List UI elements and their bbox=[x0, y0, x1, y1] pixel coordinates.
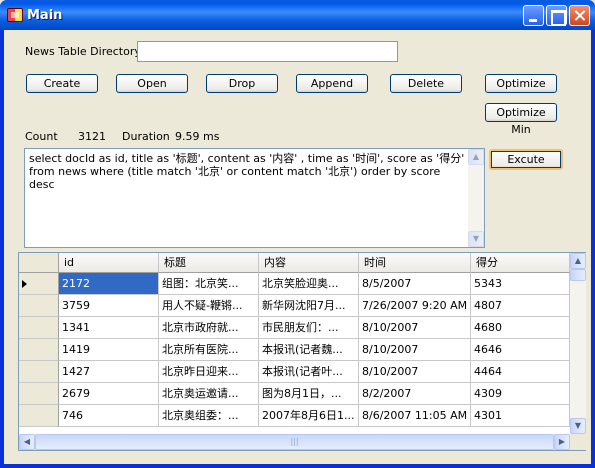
delete-button[interactable]: Delete bbox=[390, 74, 462, 93]
cell-title[interactable]: 北京奥运邀请... bbox=[159, 383, 259, 405]
cell-content[interactable]: 2007年8月6日1... bbox=[259, 405, 359, 427]
create-button[interactable]: Create bbox=[26, 74, 98, 93]
grid-horizontal-scrollbar[interactable]: ◀ ||| ▶ bbox=[19, 434, 570, 450]
append-button[interactable]: Append bbox=[296, 74, 368, 93]
scroll-down-icon[interactable]: ▼ bbox=[468, 231, 484, 247]
directory-label: News Table Directory bbox=[25, 45, 141, 58]
column-header-score[interactable]: 得分 bbox=[471, 253, 570, 273]
cell-content[interactable]: 本报讯(记者叶... bbox=[259, 361, 359, 383]
table-row[interactable]: 3759 用人不疑-鞭锵... 新华网沈阳7月... 7/26/2007 9:20 A… bbox=[19, 295, 570, 317]
grid-hscroll-thumb[interactable]: ||| bbox=[35, 434, 554, 450]
table-row[interactable]: 2679 北京奥运邀请... 图为8月1日，... 8/2/2007 4309 bbox=[19, 383, 570, 405]
row-header[interactable] bbox=[19, 383, 59, 405]
minimize-button[interactable] bbox=[523, 5, 544, 26]
duration-label: Duration bbox=[122, 130, 170, 143]
grid-content: id 标题 内容 时间 得分 2172 组图：北京笑... 北京笑脸迎奥... 8/5… bbox=[19, 253, 570, 434]
maximize-button[interactable] bbox=[546, 5, 567, 26]
count-value: 3121 bbox=[78, 130, 106, 143]
row-header[interactable] bbox=[19, 317, 59, 339]
duration-value: 9.59 ms bbox=[175, 130, 220, 143]
cell-time[interactable]: 8/10/2007 bbox=[359, 339, 471, 361]
row-header[interactable] bbox=[19, 339, 59, 361]
column-header-id[interactable]: id bbox=[59, 253, 159, 273]
row-header[interactable] bbox=[19, 405, 59, 427]
grid-header-row: id 标题 内容 时间 得分 bbox=[19, 253, 570, 275]
cell-score[interactable]: 4464 bbox=[471, 361, 570, 383]
row-header-corner bbox=[19, 253, 59, 273]
form-client-area: News Table Directory Create Open Drop Ap… bbox=[4, 30, 591, 464]
cell-content[interactable]: 本报讯(记者魏... bbox=[259, 339, 359, 361]
cell-title[interactable]: 北京昨日迎来... bbox=[159, 361, 259, 383]
table-row[interactable]: 2172 组图：北京笑... 北京笑脸迎奥... 8/5/2007 5343 bbox=[19, 273, 570, 295]
cell-content[interactable]: 北京笑脸迎奥... bbox=[259, 273, 359, 295]
grid-vscroll-thumb[interactable] bbox=[570, 269, 586, 281]
cell-score[interactable]: 4807 bbox=[471, 295, 570, 317]
cell-time[interactable]: 8/5/2007 bbox=[359, 273, 471, 295]
cell-id[interactable]: 1341 bbox=[59, 317, 159, 339]
cell-title[interactable]: 北京奥组委：... bbox=[159, 405, 259, 427]
scroll-up-icon[interactable]: ▲ bbox=[468, 149, 484, 165]
cell-score[interactable]: 4301 bbox=[471, 405, 570, 427]
cell-score[interactable]: 4309 bbox=[471, 383, 570, 405]
cell-time[interactable]: 8/6/2007 11:05 AM bbox=[359, 405, 471, 427]
row-header[interactable] bbox=[19, 361, 59, 383]
cell-time[interactable]: 8/2/2007 bbox=[359, 383, 471, 405]
cell-id[interactable]: 2172 bbox=[59, 273, 159, 295]
excute-button-label: Excute bbox=[491, 151, 561, 168]
cell-id[interactable]: 1419 bbox=[59, 339, 159, 361]
main-window: Main News Table Directory Create Open Dr… bbox=[0, 0, 595, 468]
excute-button[interactable]: Excute bbox=[489, 149, 563, 170]
table-row[interactable]: 1341 北京市政府就... 市民朋友们：... 8/10/2007 4680 bbox=[19, 317, 570, 339]
optimize-min-button[interactable]: Optimize Min bbox=[485, 103, 557, 136]
row-header[interactable] bbox=[19, 273, 59, 295]
app-icon bbox=[7, 8, 23, 22]
grid-scroll-up-icon[interactable]: ▲ bbox=[570, 253, 586, 269]
cell-time[interactable]: 8/10/2007 bbox=[359, 361, 471, 383]
optimize-button[interactable]: Optimize bbox=[485, 74, 557, 93]
title-bar[interactable]: Main bbox=[0, 0, 595, 30]
table-row[interactable]: 746 北京奥组委：... 2007年8月6日1... 8/6/2007 11:05 … bbox=[19, 405, 570, 427]
cell-score[interactable]: 4646 bbox=[471, 339, 570, 361]
cell-score[interactable]: 5343 bbox=[471, 273, 570, 295]
cell-id[interactable]: 3759 bbox=[59, 295, 159, 317]
row-header[interactable] bbox=[19, 295, 59, 317]
query-scrollbar[interactable]: ▲ ▼ bbox=[468, 149, 484, 247]
cell-id[interactable]: 1427 bbox=[59, 361, 159, 383]
cell-title[interactable]: 北京所有医院... bbox=[159, 339, 259, 361]
close-button[interactable] bbox=[569, 5, 590, 26]
column-header-content[interactable]: 内容 bbox=[259, 253, 359, 273]
cell-content[interactable]: 市民朋友们：... bbox=[259, 317, 359, 339]
cell-id[interactable]: 746 bbox=[59, 405, 159, 427]
cell-time[interactable]: 7/26/2007 9:20 AM bbox=[359, 295, 471, 317]
column-header-title[interactable]: 标题 bbox=[159, 253, 259, 273]
grid-scroll-left-icon[interactable]: ◀ bbox=[19, 434, 35, 450]
cell-content[interactable]: 新华网沈阳7月... bbox=[259, 295, 359, 317]
query-textarea[interactable]: select docId as id, title as '标题', conte… bbox=[24, 148, 485, 248]
table-row[interactable]: 1427 北京昨日迎来... 本报讯(记者叶... 8/10/2007 4464 bbox=[19, 361, 570, 383]
cell-title[interactable]: 北京市政府就... bbox=[159, 317, 259, 339]
cell-id[interactable]: 2679 bbox=[59, 383, 159, 405]
cell-title[interactable]: 组图：北京笑... bbox=[159, 273, 259, 295]
grid-scroll-right-icon[interactable]: ▶ bbox=[554, 434, 570, 450]
grid-vertical-scrollbar[interactable]: ▲ ▼ bbox=[570, 253, 586, 434]
grid-scroll-corner bbox=[570, 434, 586, 450]
cell-score[interactable]: 4680 bbox=[471, 317, 570, 339]
directory-input[interactable] bbox=[137, 41, 398, 62]
query-text[interactable]: select docId as id, title as '标题', conte… bbox=[29, 152, 465, 191]
table-row[interactable]: 1419 北京所有医院... 本报讯(记者魏... 8/10/2007 4646 bbox=[19, 339, 570, 361]
column-header-time[interactable]: 时间 bbox=[359, 253, 471, 273]
window-title: Main bbox=[27, 8, 63, 23]
results-grid[interactable]: id 标题 内容 时间 得分 2172 组图：北京笑... 北京笑脸迎奥... 8/5… bbox=[18, 252, 586, 451]
open-button[interactable]: Open bbox=[116, 74, 188, 93]
grid-scroll-down-icon[interactable]: ▼ bbox=[570, 418, 586, 434]
current-row-arrow-icon bbox=[22, 280, 27, 288]
cell-content[interactable]: 图为8月1日，... bbox=[259, 383, 359, 405]
drop-button[interactable]: Drop bbox=[206, 74, 278, 93]
count-label: Count bbox=[25, 130, 58, 143]
cell-title[interactable]: 用人不疑-鞭锵... bbox=[159, 295, 259, 317]
cell-time[interactable]: 8/10/2007 bbox=[359, 317, 471, 339]
